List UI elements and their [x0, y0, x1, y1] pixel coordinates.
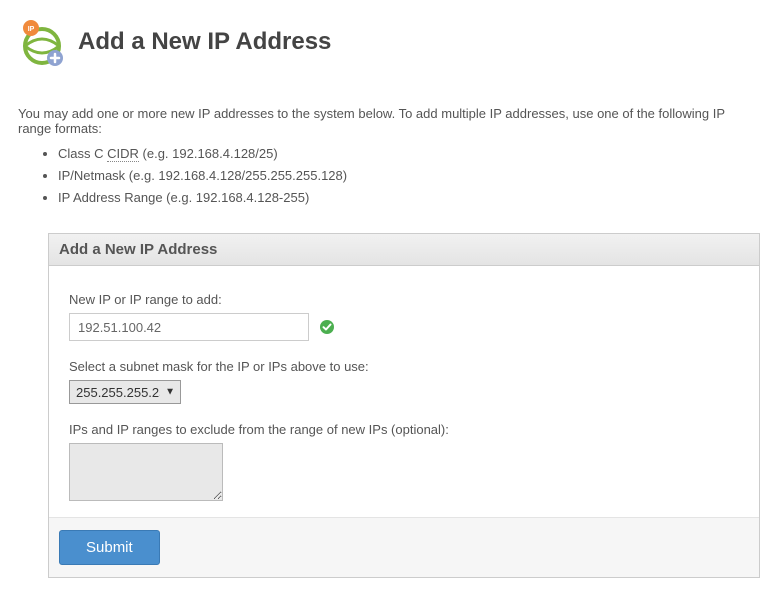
submit-button[interactable]: Submit [59, 530, 160, 565]
ip-input[interactable] [69, 313, 309, 341]
list-item: IP/Netmask (e.g. 192.168.4.128/255.255.2… [58, 168, 760, 183]
add-ip-panel: Add a New IP Address New IP or IP range … [48, 233, 760, 578]
panel-title: Add a New IP Address [49, 234, 759, 266]
list-item: Class C CIDR (e.g. 192.168.4.128/25) [58, 146, 760, 161]
panel-body: New IP or IP range to add: Select a subn… [49, 266, 759, 517]
ip-label: New IP or IP range to add: [69, 292, 739, 307]
ip-add-logo-icon: IP [18, 18, 66, 66]
page-header: IP Add a New IP Address [18, 18, 760, 66]
subnet-select[interactable]: 255.255.255.255 [69, 380, 181, 404]
intro-text: You may add one or more new IP addresses… [18, 106, 760, 136]
exclude-label: IPs and IP ranges to exclude from the ra… [69, 422, 739, 437]
ip-field-row [69, 313, 739, 341]
page-title: Add a New IP Address [78, 28, 331, 56]
valid-check-icon [319, 319, 335, 335]
svg-text:IP: IP [28, 26, 35, 33]
subnet-select-wrap: 255.255.255.255 ▼ [69, 380, 181, 404]
panel-footer: Submit [49, 517, 759, 577]
subnet-label: Select a subnet mask for the IP or IPs a… [69, 359, 739, 374]
format-list: Class C CIDR (e.g. 192.168.4.128/25) IP/… [58, 146, 760, 205]
exclude-textarea[interactable] [69, 443, 223, 501]
cidr-abbr: CIDR [107, 146, 139, 162]
list-item: IP Address Range (e.g. 192.168.4.128-255… [58, 190, 760, 205]
